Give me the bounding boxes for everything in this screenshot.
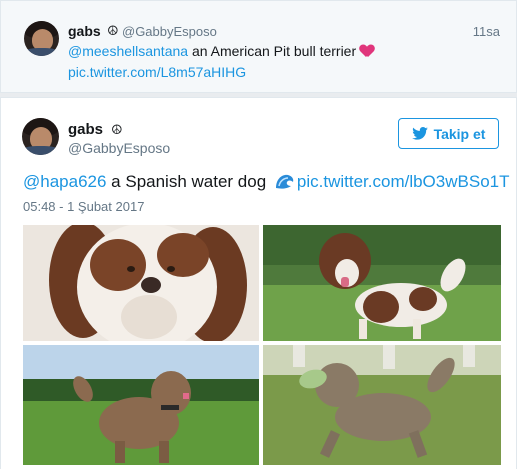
user-handle[interactable]: @GabbyEsposo (68, 140, 170, 156)
peace-icon: ☮ (111, 122, 123, 137)
avatar[interactable] (24, 21, 59, 56)
tweet-text: @meeshellsantana an American Pit bull te… (68, 43, 374, 59)
mention-link[interactable]: @meeshellsantana (68, 43, 188, 59)
user-name[interactable]: gabs (68, 121, 103, 138)
wave-emoji-icon (275, 174, 294, 189)
dog-photo-1[interactable] (23, 225, 259, 341)
main-tweet: gabs ☮ @GabbyEsposo Takip et @hapa626 a … (0, 97, 517, 469)
tweet-timestamp[interactable]: 05:48 - 1 Şubat 2017 (23, 199, 144, 214)
follow-button-label: Takip et (433, 125, 486, 142)
pic-link[interactable]: pic.twitter.com/lbO3wBSo1T (297, 172, 510, 191)
user-handle[interactable]: @GabbyEsposo (122, 24, 217, 39)
tweet-time[interactable]: 11sa (473, 24, 500, 39)
avatar[interactable] (22, 118, 59, 155)
dog-photo-4[interactable] (263, 345, 501, 465)
user-name[interactable]: gabs (68, 23, 101, 39)
tweet-text-body: a Spanish water dog (106, 172, 271, 191)
follow-button[interactable]: Takip et (398, 118, 499, 149)
twitter-bird-icon (411, 127, 428, 140)
mention-link[interactable]: @hapa626 (23, 172, 106, 191)
tweet-text-body: an American Pit bull terrier (188, 43, 357, 59)
dog-photo-3[interactable] (23, 345, 259, 465)
heart-emoji-icon (360, 45, 374, 57)
peace-icon: ☮ (107, 23, 119, 38)
pic-link[interactable]: pic.twitter.com/L8m57aHIHG (68, 64, 246, 80)
parent-tweet[interactable]: gabs ☮ @GabbyEsposo 11sa @meeshellsantan… (0, 0, 517, 93)
tweet-text: @hapa626 a Spanish water dog pic.twitter… (23, 172, 509, 192)
dog-photo-2[interactable] (263, 225, 501, 341)
